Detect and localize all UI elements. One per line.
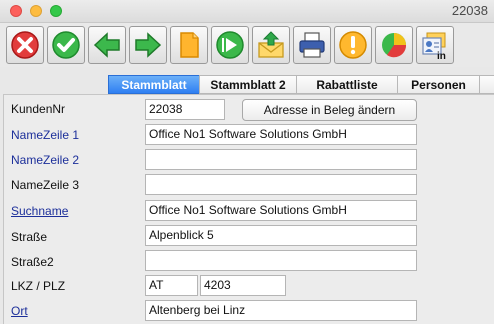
printer-icon (299, 32, 325, 58)
play-icon (216, 31, 244, 59)
cancel-button[interactable] (6, 26, 44, 64)
adresse-in-beleg-button[interactable]: Adresse in Beleg ändern (242, 99, 417, 121)
strasse2-field[interactable] (145, 250, 417, 271)
close-window-button[interactable] (10, 5, 22, 17)
new-document-button[interactable] (170, 26, 208, 64)
zoom-window-button[interactable] (50, 5, 62, 17)
back-arrow-icon (93, 32, 120, 58)
window-title: 22038 (451, 3, 488, 18)
pie-chart-icon (382, 33, 407, 58)
document-icon (180, 32, 199, 58)
namezeile1-label: NameZeile 1 (11, 128, 80, 142)
tab-personen[interactable]: Personen (397, 75, 480, 94)
confirm-button[interactable] (47, 26, 85, 64)
namezeile2-label: NameZeile 2 (11, 153, 80, 167)
lkz-plz-label: LKZ / PLZ (11, 279, 66, 293)
tab-rabattliste[interactable]: Rabattliste (296, 75, 398, 94)
contact-card-button[interactable]: in (416, 26, 454, 64)
kundennr-label: KundenNr (11, 102, 66, 116)
toolbar: in (0, 23, 494, 67)
namezeile2-field[interactable] (145, 149, 417, 170)
cancel-icon (11, 31, 39, 59)
minimize-window-button[interactable] (30, 5, 42, 17)
namezeile3-label: NameZeile 3 (11, 178, 80, 192)
play-button[interactable] (211, 26, 249, 64)
namezeile1-field[interactable]: Office No1 Software Solutions GmbH (145, 124, 417, 145)
back-button[interactable] (88, 26, 126, 64)
mail-export-button[interactable] (252, 26, 290, 64)
forward-button[interactable] (129, 26, 167, 64)
in-badge-label: in (437, 51, 446, 60)
ort-field[interactable]: Altenberg bei Linz (145, 300, 417, 321)
kundennr-field[interactable]: 22038 (145, 99, 225, 120)
statistics-button[interactable] (375, 26, 413, 64)
strasse2-label: Straße2 (11, 255, 54, 269)
forward-arrow-icon (135, 32, 162, 58)
plz-field[interactable]: 4203 (200, 275, 286, 296)
contact-card-in-icon: in (422, 32, 446, 60)
ort-label[interactable]: Ort (11, 304, 28, 318)
confirm-icon (52, 31, 80, 59)
tab-overflow[interactable] (479, 75, 494, 94)
namezeile3-field[interactable] (145, 174, 417, 195)
title-bar: 22038 (0, 0, 494, 23)
suchname-label[interactable]: Suchname (11, 204, 68, 218)
warning-button[interactable] (334, 26, 372, 64)
suchname-field[interactable]: Office No1 Software Solutions GmbH (145, 200, 417, 221)
tab-bar: Stammblatt Stammblatt 2 Rabattliste Pers… (0, 75, 494, 95)
warning-icon (339, 31, 367, 59)
tab-stammblatt[interactable]: Stammblatt (108, 75, 200, 94)
lkz-field[interactable]: AT (145, 275, 198, 296)
strasse-field[interactable]: Alpenblick 5 (145, 225, 417, 246)
strasse-label: Straße (11, 230, 48, 244)
tab-stammblatt-2[interactable]: Stammblatt 2 (199, 75, 297, 94)
print-button[interactable] (293, 26, 331, 64)
mail-export-icon (258, 31, 284, 58)
